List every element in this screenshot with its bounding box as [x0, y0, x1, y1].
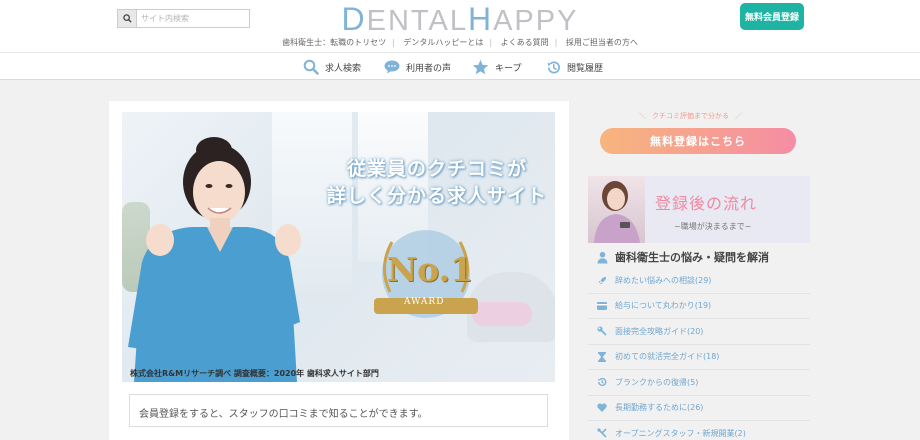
subnav-link-recruiters[interactable]: 採用ご担当者の方へ [566, 38, 638, 47]
hero-banner[interactable]: 従業員のクチコミが 詳しく分かる求人サイト No.1 AWARD 株式会社R&M… [122, 112, 555, 382]
heart-icon [597, 403, 607, 413]
sidebar-topic-blank[interactable]: ブランクからの復帰(5) [588, 370, 810, 396]
sidebar-topic-first-job[interactable]: 初めての就活完全ガイド(18) [588, 345, 810, 370]
flow-subtitle: ~職場が決まるまで~ [674, 222, 752, 231]
speech-bubble-icon [384, 60, 400, 74]
sidebar-topic-list: 辞めたい悩みへの相談(29) 給与について丸わかり(19) 面接完全攻略ガイド(… [588, 268, 810, 440]
wrench-icon [597, 326, 607, 336]
subnav-link-faq[interactable]: よくある質問 [501, 38, 549, 47]
hero-headline-line1: 従業員のクチコミが [346, 158, 527, 180]
site-header: DENTALHAPPY 歯科衛生士：転職のトリセツ| デンタルハッピーとは| よ… [0, 0, 920, 52]
sidebar-topic-opening[interactable]: オープニングスタッフ・新規開業(2) [588, 421, 810, 440]
nav-item-keep[interactable]: キープ [472, 57, 521, 77]
hero-headline-line2: 詳しく分かる求人サイト [326, 185, 547, 207]
nav-item-user-voice[interactable]: 利用者の声 [384, 57, 451, 77]
nav-label: 利用者の声 [406, 63, 452, 74]
nav-item-history[interactable]: 閲覧履歴 [546, 57, 603, 77]
hero-headline: 従業員のクチコミが 詳しく分かる求人サイト [312, 156, 555, 210]
nav-label: 閲覧履歴 [567, 63, 604, 74]
people-icon [597, 251, 608, 264]
registration-flow-banner[interactable]: 登録後の流れ ~職場が決まるまで~ [588, 176, 810, 243]
register-button[interactable]: 無料会員登録 [740, 3, 804, 30]
sidebar-topic-salary[interactable]: 給与について丸わかり(19) [588, 294, 810, 319]
award-label: AWARD [404, 297, 445, 307]
nav-label: キープ [495, 63, 522, 74]
nav-item-job-search[interactable]: 求人検索 [303, 57, 361, 77]
flow-title: 登録後の流れ [655, 194, 758, 213]
main-nav: 求人検索 利用者の声 キープ 閲覧履歴 [0, 52, 920, 80]
hero-caption: 株式会社R&Mリサーチ調べ 調査概要：2020年 歯科求人サイト部門 [130, 369, 379, 378]
hourglass-icon [597, 351, 607, 362]
star-icon [472, 59, 489, 75]
free-register-button[interactable]: 無料登録はこちら [600, 128, 796, 154]
search-icon [303, 59, 319, 75]
member-notice: 会員登録をすると、スタッフの口コミまで知ることができます。 [129, 394, 548, 427]
subnav-link-about[interactable]: デンタルハッピーとは [403, 38, 483, 47]
subnav-link-toriset[interactable]: 歯科衛生士：転職のトリセツ [282, 38, 386, 47]
rocket-icon [597, 275, 607, 285]
nav-label: 求人検索 [325, 63, 362, 74]
wallet-icon [597, 301, 607, 311]
sidebar-topic-long-term[interactable]: 長期勤務するために(26) [588, 396, 810, 421]
sidebar-tagline: ＼ クチコミ評価まで分かる／ [639, 112, 742, 120]
history-icon [547, 60, 560, 73]
sidebar-topic-quit[interactable]: 辞めたい悩みへの相談(29) [588, 268, 810, 294]
sidebar-topic-interview[interactable]: 面接完全攻略ガイド(20) [588, 319, 810, 345]
award-number: No.1 [387, 250, 474, 289]
sidebar-section-title: 歯科衛生士の悩み・疑問を解消 [596, 249, 769, 265]
header-subnav: 歯科衛生士：転職のトリセツ | デンタルハッピーとは | よくある質問 | 採用ご担当… [282, 38, 638, 47]
tools-icon [597, 428, 607, 438]
main-content-card: 従業員のクチコミが 詳しく分かる求人サイト No.1 AWARD 株式会社R&M… [109, 101, 569, 440]
hygienist-photo [128, 137, 301, 382]
flow-person-photo [588, 176, 645, 243]
history-icon [597, 377, 607, 387]
